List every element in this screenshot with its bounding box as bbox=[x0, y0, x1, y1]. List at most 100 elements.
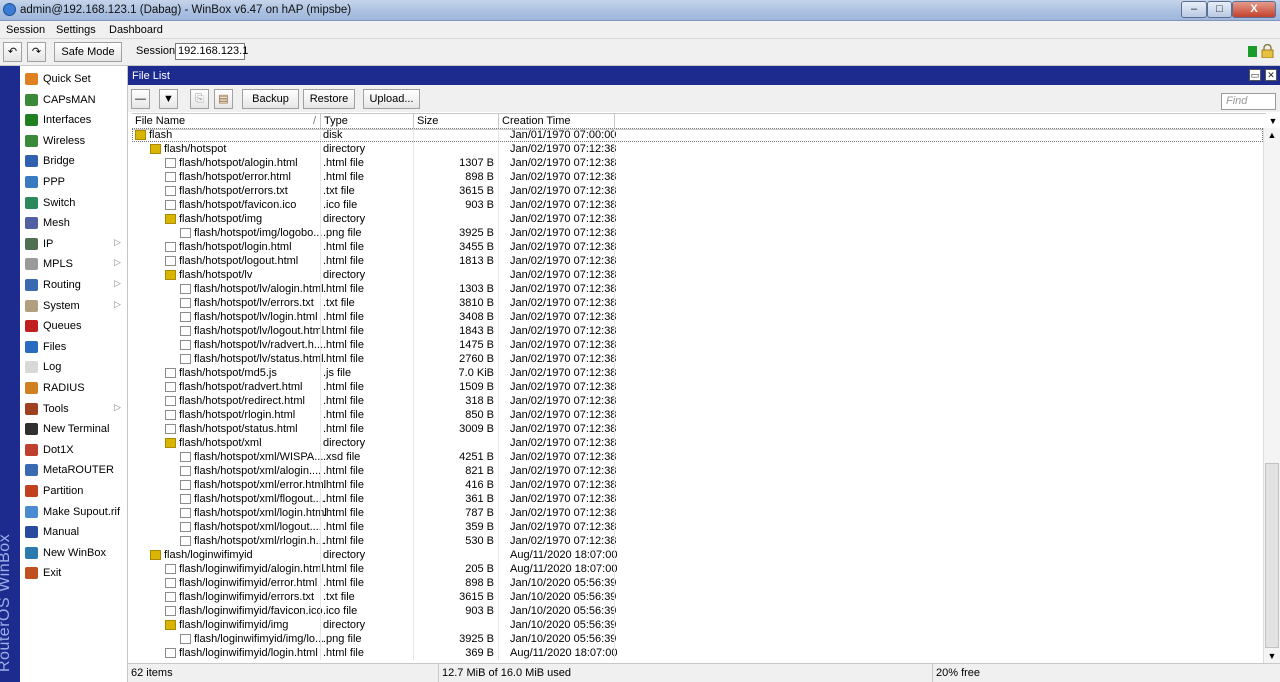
sidebar-item-new-terminal[interactable]: New Terminal bbox=[20, 419, 127, 439]
sidebar-item-tools[interactable]: Tools ▷ bbox=[20, 399, 127, 419]
table-row[interactable]: flash/hotspot/rlogin.html .html file 850 B… bbox=[132, 408, 1263, 422]
close-button[interactable]: X bbox=[1232, 1, 1276, 18]
sidebar-item-metarouter[interactable]: MetaROUTER bbox=[20, 460, 127, 480]
table-row[interactable]: flash/hotspot/xml/alogin.... .html file 82… bbox=[132, 464, 1263, 478]
table-row[interactable]: flash/hotspot/lv/status.html .html file 27… bbox=[132, 352, 1263, 366]
sidebar-item-queues[interactable]: Queues bbox=[20, 316, 127, 336]
restore-button[interactable]: Restore bbox=[303, 89, 355, 109]
table-row[interactable]: flash/hotspot/xml/error.html .html file 41… bbox=[132, 478, 1263, 492]
sidebar-item-system[interactable]: System ▷ bbox=[20, 296, 127, 316]
scroll-down-icon[interactable]: ▼ bbox=[1264, 651, 1280, 661]
table-row[interactable]: flash/hotspot/error.html .html file 898 B J… bbox=[132, 170, 1263, 184]
table-row[interactable]: flash/hotspot/logout.html .html file 1813 … bbox=[132, 254, 1263, 268]
upload-button[interactable]: Upload... bbox=[363, 89, 420, 109]
menu-settings[interactable]: Settings bbox=[56, 24, 96, 36]
table-row[interactable]: flash disk Jan/01/1970 07:00:00 bbox=[132, 128, 1263, 142]
sidebar-item-new-winbox[interactable]: New WinBox bbox=[20, 543, 127, 563]
table-row[interactable]: flash/hotspot/favicon.ico .ico file 903 B J… bbox=[132, 198, 1263, 212]
table-row[interactable]: flash/hotspot/img directory Jan/02/1970 07… bbox=[132, 212, 1263, 226]
table-row[interactable]: flash/hotspot/md5.js .js file 7.0 KiB Jan/0… bbox=[132, 366, 1263, 380]
file-icon bbox=[180, 634, 191, 644]
sidebar-item-routing[interactable]: Routing ▷ bbox=[20, 275, 127, 295]
redo-button[interactable]: ↷ bbox=[27, 42, 46, 62]
scroll-up-icon[interactable]: ▲ bbox=[1264, 130, 1280, 140]
table-row[interactable]: flash/loginwifimyid/alogin.html .html fil… bbox=[132, 562, 1263, 576]
table-row[interactable]: flash/hotspot/lv/login.html .html file 340… bbox=[132, 310, 1263, 324]
column-divider bbox=[413, 548, 414, 562]
sidebar-item-mesh[interactable]: Mesh bbox=[20, 213, 127, 233]
paste-button[interactable]: ▤ bbox=[214, 89, 233, 109]
table-row[interactable]: flash/loginwifimyid/login.html .html file… bbox=[132, 646, 1263, 660]
column-divider bbox=[614, 296, 615, 310]
file-size-cell: 359 B bbox=[465, 521, 494, 533]
sidebar-item-manual[interactable]: Manual bbox=[20, 522, 127, 542]
remove-button[interactable]: — bbox=[131, 89, 150, 109]
file-name-text: flash/hotspot/lv/radvert.h... bbox=[194, 339, 324, 351]
session-field[interactable]: 192.168.123.1 bbox=[175, 43, 248, 60]
table-row[interactable]: flash/hotspot/lv directory Jan/02/1970 07:… bbox=[132, 268, 1263, 282]
column-type[interactable]: Type bbox=[321, 114, 414, 129]
sidebar-item-quick-set[interactable]: Quick Set bbox=[20, 69, 127, 89]
table-row[interactable]: flash/hotspot/xml/WISPA... .xsd file 4251 … bbox=[132, 450, 1263, 464]
table-row[interactable]: flash/hotspot/redirect.html .html file 318… bbox=[132, 394, 1263, 408]
column-size[interactable]: Size bbox=[414, 114, 499, 129]
column-file-name[interactable]: File Name / bbox=[132, 114, 321, 129]
find-input[interactable]: Find bbox=[1221, 93, 1276, 110]
sidebar-item-radius[interactable]: RADIUS bbox=[20, 378, 127, 398]
table-row[interactable]: flash/hotspot/lv/radvert.h... .html file 1… bbox=[132, 338, 1263, 352]
sidebar-item-exit[interactable]: Exit bbox=[20, 563, 127, 583]
sidebar-item-bridge[interactable]: Bridge bbox=[20, 151, 127, 171]
sidebar-item-partition[interactable]: Partition bbox=[20, 481, 127, 501]
table-row[interactable]: flash/hotspot/status.html .html file 3009 … bbox=[132, 422, 1263, 436]
table-row[interactable]: flash/hotspot/xml/flogout.... .html file 3… bbox=[132, 492, 1263, 506]
table-row[interactable]: flash/hotspot directory Jan/02/1970 07:12:… bbox=[132, 142, 1263, 156]
filter-button[interactable]: ▼ bbox=[159, 89, 178, 109]
sidebar-item-ip[interactable]: IP ▷ bbox=[20, 234, 127, 254]
table-row[interactable]: flash/loginwifimyid/favicon.ico .ico file… bbox=[132, 604, 1263, 618]
table-row[interactable]: flash/hotspot/xml directory Jan/02/1970 07… bbox=[132, 436, 1263, 450]
sidebar-item-log[interactable]: Log bbox=[20, 357, 127, 377]
sidebar-item-switch[interactable]: Switch bbox=[20, 193, 127, 213]
table-row[interactable]: flash/hotspot/alogin.html .html file 1307 … bbox=[132, 156, 1263, 170]
table-row[interactable]: flash/hotspot/xml/login.html .html file 78… bbox=[132, 506, 1263, 520]
backup-button[interactable]: Backup bbox=[242, 89, 299, 109]
sidebar-item-dot1x[interactable]: Dot1X bbox=[20, 440, 127, 460]
table-row[interactable]: flash/hotspot/xml/rlogin.h... .html file 5… bbox=[132, 534, 1263, 548]
maximize-button[interactable]: □ bbox=[1207, 1, 1232, 18]
table-row[interactable]: flash/hotspot/lv/alogin.html .html file 13… bbox=[132, 282, 1263, 296]
safe-mode-button[interactable]: Safe Mode bbox=[54, 42, 122, 62]
column-creation-time[interactable]: Creation Time bbox=[499, 114, 615, 129]
column-divider bbox=[413, 380, 414, 394]
vertical-scrollbar[interactable]: ▲ ▼ bbox=[1263, 128, 1280, 663]
minimize-button[interactable]: – bbox=[1181, 1, 1207, 18]
close-window-icon[interactable]: ✕ bbox=[1265, 69, 1277, 81]
sidebar-item-wireless[interactable]: Wireless bbox=[20, 131, 127, 151]
file-type-cell: .txt file bbox=[323, 591, 355, 603]
sidebar-item-capsman[interactable]: CAPsMAN bbox=[20, 90, 127, 110]
table-row[interactable]: flash/loginwifimyid directory Aug/11/2020 … bbox=[132, 548, 1263, 562]
copy-button[interactable]: ⎘ bbox=[190, 89, 209, 109]
sidebar-item-interfaces[interactable]: Interfaces bbox=[20, 110, 127, 130]
table-row[interactable]: flash/hotspot/lv/errors.txt .txt file 3810… bbox=[132, 296, 1263, 310]
column-menu-icon[interactable]: ▼ bbox=[1266, 114, 1280, 128]
scrollbar-thumb[interactable] bbox=[1265, 463, 1279, 648]
sidebar-item-files[interactable]: Files bbox=[20, 337, 127, 357]
column-divider bbox=[413, 226, 414, 240]
undo-button[interactable]: ↶ bbox=[3, 42, 22, 62]
table-row[interactable]: flash/hotspot/xml/logout.... .html file 35… bbox=[132, 520, 1263, 534]
table-row[interactable]: flash/hotspot/login.html .html file 3455 B… bbox=[132, 240, 1263, 254]
table-row[interactable]: flash/hotspot/lv/logout.html .html file 18… bbox=[132, 324, 1263, 338]
table-row[interactable]: flash/hotspot/img/logobo... .png file 3925… bbox=[132, 226, 1263, 240]
menu-dashboard[interactable]: Dashboard bbox=[109, 24, 163, 36]
table-row[interactable]: flash/loginwifimyid/img directory Jan/10/2… bbox=[132, 618, 1263, 632]
sidebar-item-make-supout-rif[interactable]: Make Supout.rif bbox=[20, 502, 127, 522]
table-row[interactable]: flash/hotspot/radvert.html .html file 1509… bbox=[132, 380, 1263, 394]
table-row[interactable]: flash/hotspot/errors.txt .txt file 3615 B J… bbox=[132, 184, 1263, 198]
menu-session[interactable]: Session bbox=[6, 24, 45, 36]
restore-window-icon[interactable]: ▭ bbox=[1249, 69, 1261, 81]
sidebar-item-mpls[interactable]: MPLS ▷ bbox=[20, 254, 127, 274]
table-row[interactable]: flash/loginwifimyid/error.html .html file… bbox=[132, 576, 1263, 590]
table-row[interactable]: flash/loginwifimyid/errors.txt .txt file 3… bbox=[132, 590, 1263, 604]
sidebar-item-ppp[interactable]: PPP bbox=[20, 172, 127, 192]
table-row[interactable]: flash/loginwifimyid/img/lo... .png file 39… bbox=[132, 632, 1263, 646]
